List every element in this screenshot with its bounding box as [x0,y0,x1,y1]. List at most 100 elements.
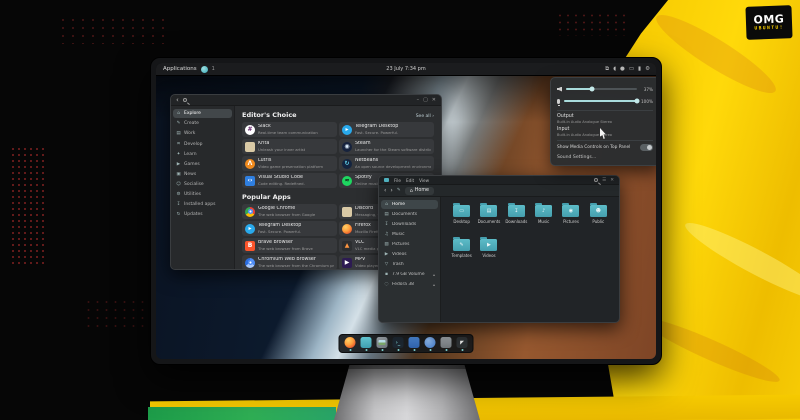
folder-pictures[interactable]: ◉Pictures [558,205,583,224]
output-device[interactable]: Output Built-in Audio Analogue Stereo [557,114,653,124]
show-desktop-launcher[interactable]: ◤ [457,337,468,351]
sidebar-item-updates[interactable]: ↻Updates [173,210,232,219]
files-sidebar-label: 7.9 GB Volume [392,272,430,277]
input-volume-slider[interactable] [564,100,637,102]
search-icon[interactable] [183,98,187,102]
app-card-steam[interactable]: ◉SteamLauncher for the Steam software di… [339,139,434,154]
app-name: Krita [258,141,305,146]
learn-icon: ✦ [176,152,181,157]
divider [557,110,653,111]
sidebar-item-label: Installed apps [184,202,215,207]
file-manager-launcher[interactable] [361,337,372,351]
sidebar-item-socialise[interactable]: ☺Socialise [173,180,232,189]
forward-button[interactable]: › [390,188,392,194]
settings-icon[interactable]: ⚙ [645,67,650,73]
folder-desktop[interactable]: ▭Desktop [449,205,474,224]
back-icon[interactable]: ‹ [176,97,179,104]
app-card-krita[interactable]: KritaUnleash your inner artist [242,139,337,154]
app-card-visual-studio-code[interactable]: ‹›Visual Studio CodeCode editing. Redefi… [242,173,337,188]
files-sidebar-item-music[interactable]: ♫Music [381,230,438,239]
volume-icon[interactable]: ◖ [613,67,616,73]
app-card-telegram-desktop[interactable]: ▸Telegram DesktopFast. Secure. Powerful. [242,221,337,236]
menu-file[interactable]: File [394,178,401,183]
screen-share-icon[interactable]: ⧉ [605,67,609,73]
folder-icon: ☻ [590,205,607,217]
steam-icon: ◉ [342,142,352,152]
app-card-telegram-desktop[interactable]: ▸Telegram DesktopFast. Secure. Powerful. [339,122,434,137]
minimize-icon[interactable]: – [417,98,420,103]
edit-path-icon[interactable]: ✎ [397,188,401,193]
sidebar-item-develop[interactable]: ⌗Develop [173,139,232,149]
app-card-chromium-web-browser[interactable]: Chromium Web BrowserThe web browser from… [242,255,337,269]
media-controls-toggle[interactable] [640,144,653,151]
files-sidebar-item-videos[interactable]: ▶Videos [381,250,438,259]
folder-templates[interactable]: ✎Templates [449,239,474,258]
sidebar-item-installed-apps[interactable]: ↧Installed apps [173,200,232,209]
files-sidebar-label: Trash [392,262,435,267]
red-dot-pattern [84,298,150,332]
network-icon[interactable]: ● [620,67,625,73]
menu-view[interactable]: View [419,178,429,183]
folder-public[interactable]: ☻Public [586,205,611,224]
files-sidebar-item-trash[interactable]: ▽Trash [381,260,438,269]
folder-videos[interactable]: ▶Videos [476,239,501,258]
applications-menu-button[interactable]: Applications 1 [156,66,215,73]
firefox-launcher[interactable] [345,337,356,351]
eject-icon[interactable]: ▴ [433,282,435,287]
files-sidebar-label: Pictures [392,242,435,247]
eject-icon[interactable]: ▴ [433,272,435,277]
app-card-brave-browser[interactable]: BBrave BrowserThe web browser from Brave [242,238,337,253]
system-tray: ⧉ ◖ ● ▭ ▮ ⚙ [605,63,650,76]
app-card-slack[interactable]: #SlackReal-time team communication [242,122,337,137]
see-all-link[interactable]: See all › [416,114,434,119]
workspace-indicator[interactable]: 1 [212,66,215,72]
folder-music[interactable]: ♪Music [531,205,556,224]
files-sidebar-item-fedora-38[interactable]: ◌Fedora 38▴ [381,280,438,289]
app-card-google-chrome[interactable]: Google ChromeThe web browser from Google [242,204,337,219]
software-center-launcher[interactable] [425,337,436,351]
image-viewer-launcher[interactable] [377,337,388,351]
close-icon[interactable]: ✕ [432,98,436,103]
menu-edit[interactable]: Edit [406,178,414,183]
hamburger-menu-icon[interactable]: ☰ [602,178,606,183]
media-controls-label: Show Media Controls on Top Panel [557,145,640,150]
files-sidebar-item-home[interactable]: ⌂Home [381,200,438,209]
back-button[interactable]: ‹ [384,188,386,194]
sidebar-item-explore[interactable]: ⌂Explore [173,109,232,118]
sidebar-item-label: Learn [184,152,197,157]
files-sidebar-item-documents[interactable]: ▤Documents [381,210,438,219]
input-volume-knob[interactable] [635,99,640,104]
sound-settings-link[interactable]: Sound Settings… [557,155,653,160]
home-icon: ⌂ [410,188,413,194]
sidebar-item-label: Explore [184,111,201,116]
output-volume-slider[interactable] [566,88,637,90]
display-icon[interactable]: ▭ [629,67,634,73]
sidebar-item-create[interactable]: ✎Create [173,119,232,128]
app-card-netbeans[interactable]: ↻NetBeansAn open source development envi… [339,156,434,171]
files-sidebar-item-downloads[interactable]: ↧Downloads [381,220,438,229]
breadcrumb[interactable]: ⌂ Home [405,187,434,195]
close-icon[interactable]: ✕ [610,178,614,183]
input-device[interactable]: Input Built-in Audio Analogue Stereo [557,127,653,137]
sidebar-item-utilities[interactable]: ⚙Utilities [173,190,232,199]
app-card-lutris[interactable]: ΛLutrisVideo game preservation platform [242,156,337,171]
maximize-icon[interactable]: ▢ [423,98,428,103]
sidebar-item-work[interactable]: ▤Work [173,129,232,138]
sidebar-item-learn[interactable]: ✦Learn [173,150,232,159]
output-volume-value: 37% [641,87,653,92]
folder-downloads[interactable]: ↧Downloads [504,205,529,224]
sidebar-item-news[interactable]: ▣News [173,170,232,179]
lutris-icon: Λ [245,159,255,169]
terminal-launcher[interactable]: ›_ [393,337,404,351]
folder-documents[interactable]: ▤Documents [476,205,501,224]
input-volume-fill [564,100,637,102]
archive-manager-launcher[interactable] [441,337,452,351]
output-volume-knob[interactable] [590,87,595,92]
search-icon[interactable] [594,178,598,182]
sidebar-item-games[interactable]: ▶Games [173,160,232,169]
text-editor-launcher[interactable] [409,337,420,351]
files-sidebar-item-pictures[interactable]: ▨Pictures [381,240,438,249]
files-sidebar-item-7-9-gb-volume[interactable]: ▪7.9 GB Volume▴ [381,270,438,279]
panel-clock[interactable]: 23 July 7:34 pm [386,66,425,72]
battery-icon[interactable]: ▮ [638,67,641,73]
